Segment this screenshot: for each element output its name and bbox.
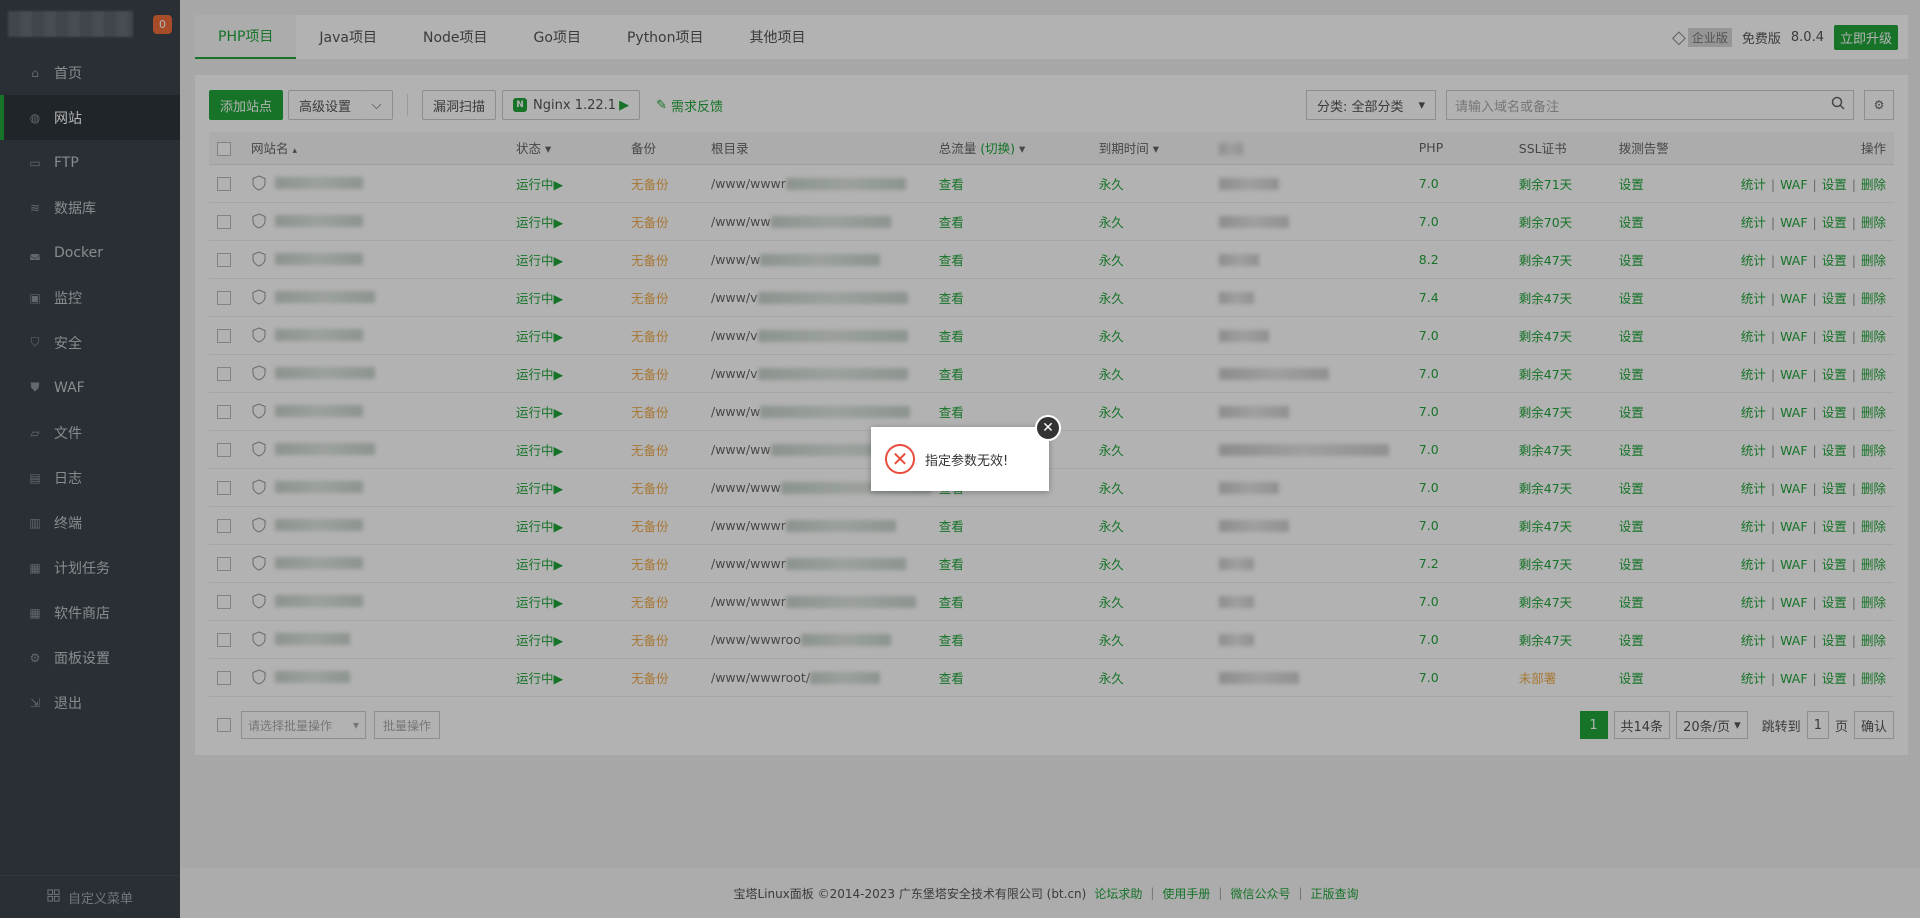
- error-icon: ✕: [885, 444, 915, 474]
- close-icon[interactable]: ✕: [1035, 415, 1061, 441]
- error-message: 指定参数无效!: [925, 453, 1009, 469]
- error-dialog: ✕ 指定参数无效! ✕: [871, 415, 1061, 491]
